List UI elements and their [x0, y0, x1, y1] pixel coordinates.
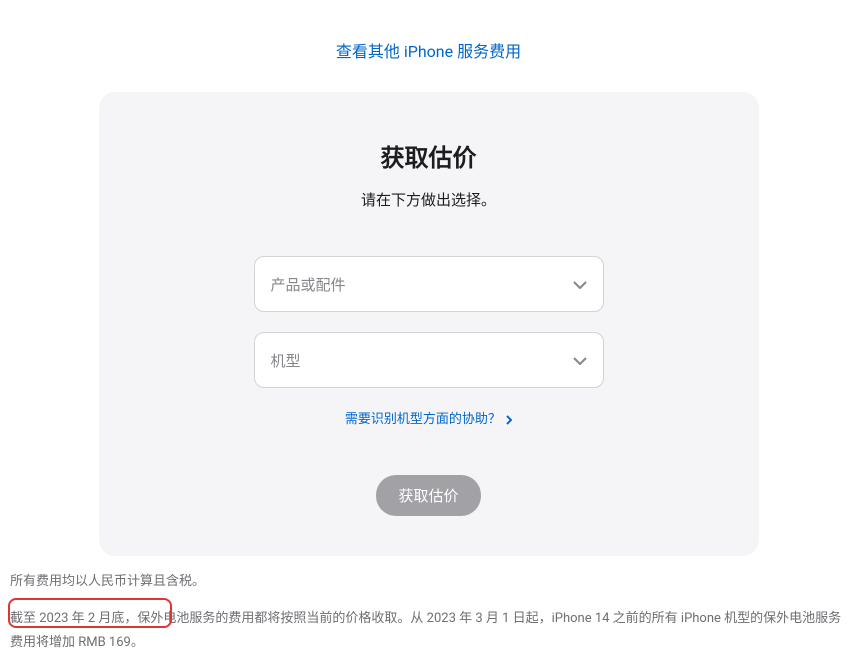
card-title: 获取估价	[139, 138, 719, 173]
get-estimate-button[interactable]: 获取估价	[376, 475, 480, 516]
model-select-placeholder: 机型	[271, 350, 301, 371]
product-select[interactable]: 产品或配件	[254, 256, 604, 312]
identify-model-help-link[interactable]: 需要识别机型方面的协助？	[345, 412, 512, 427]
chevron-down-icon	[573, 275, 587, 293]
help-link-text: 需要识别机型方面的协助？	[345, 412, 501, 427]
help-link-container: 需要识别机型方面的协助？	[139, 408, 719, 427]
footer-notes: 所有费用均以人民币计算且含税。 截至 2023 年 2 月底，保外电池服务的费用…	[0, 570, 857, 654]
product-select-placeholder: 产品或配件	[271, 274, 346, 295]
model-select-wrapper: 机型	[254, 332, 604, 388]
chevron-down-icon	[573, 351, 587, 369]
other-services-link[interactable]: 查看其他 iPhone 服务费用	[336, 42, 521, 61]
model-select[interactable]: 机型	[254, 332, 604, 388]
product-select-wrapper: 产品或配件	[254, 256, 604, 312]
footer-line-2: 截至 2023 年 2 月底，保外电池服务的费用都将按照当前的价格收取。从 20…	[10, 607, 847, 654]
chevron-right-icon	[506, 412, 512, 427]
footer-line-1: 所有费用均以人民币计算且含税。	[10, 570, 847, 593]
card-subtitle: 请在下方做出选择。	[139, 189, 719, 210]
top-link-container: 查看其他 iPhone 服务费用	[0, 0, 857, 92]
estimate-card: 获取估价 请在下方做出选择。 产品或配件 机型 需要识别机型方面的协助？ 获取估…	[99, 92, 759, 556]
